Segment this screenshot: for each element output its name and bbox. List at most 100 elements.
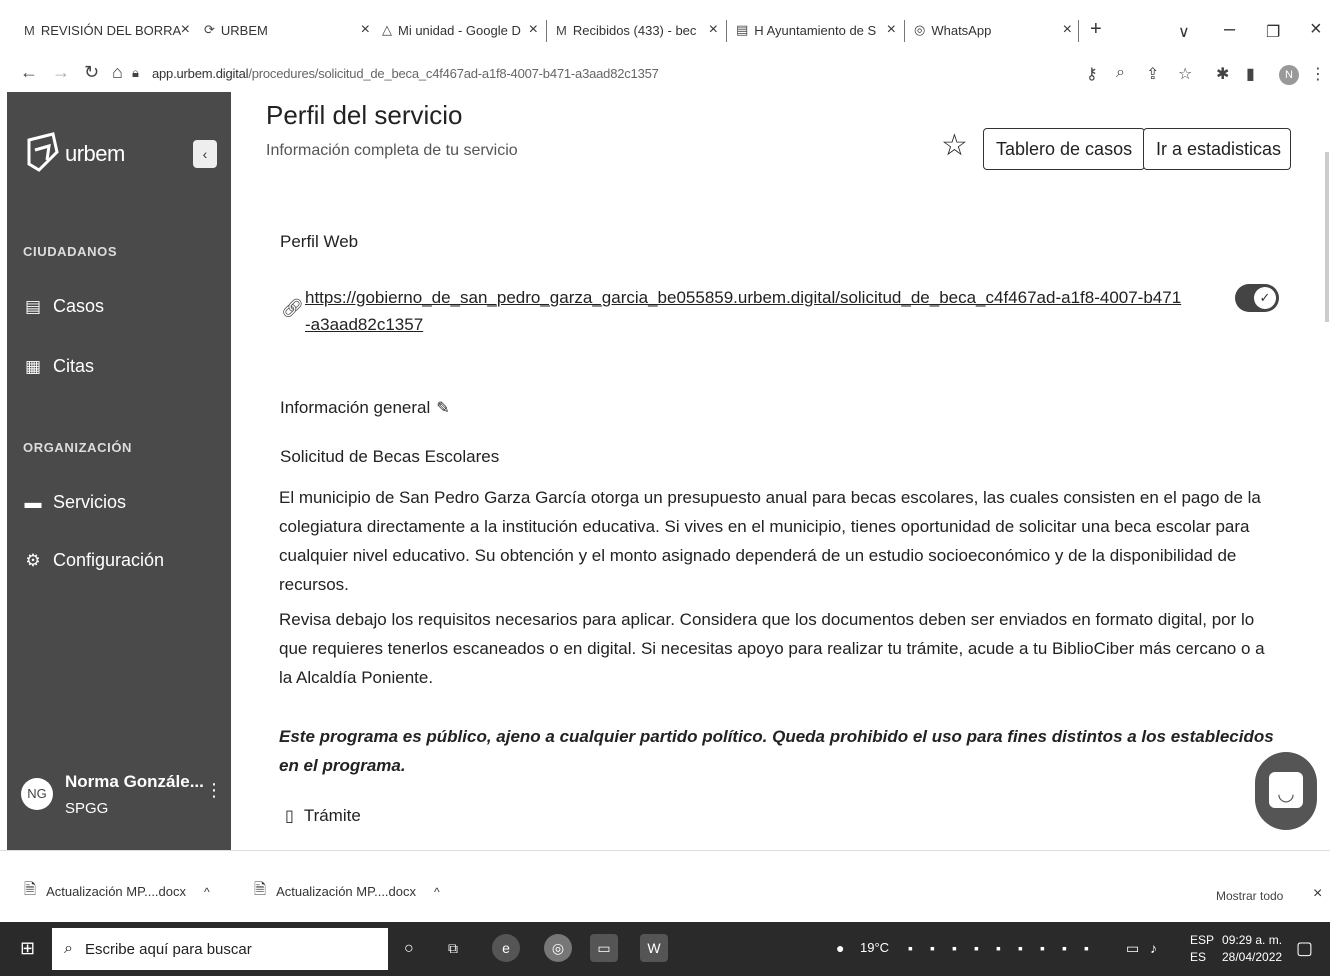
word-icon[interactable]: W — [640, 934, 668, 962]
scrollbar[interactable] — [1325, 152, 1329, 322]
close-icon[interactable]: × — [529, 21, 538, 39]
back-icon[interactable]: ← — [20, 62, 38, 83]
avatar: NG — [21, 778, 53, 810]
profile-avatar[interactable]: N — [1279, 65, 1299, 85]
system-clock[interactable]: 09:29 a. m. 28/04/2022 — [1222, 932, 1282, 966]
close-icon[interactable]: × — [361, 21, 370, 39]
download-item[interactable]: 🗎 Actualización MP....docx ^ — [24, 879, 210, 904]
close-window-icon[interactable]: × — [1310, 18, 1322, 41]
sidebar-item-label: Configuración — [53, 550, 165, 570]
browser-tab[interactable]: M Recibidos (433) - bec × — [556, 14, 722, 46]
tray-app-icon[interactable]: ▪ — [1062, 940, 1067, 956]
weather-icon[interactable]: ● — [836, 940, 844, 956]
zoom-icon[interactable]: ⌕ — [1116, 64, 1125, 82]
download-item[interactable]: 🗎 Actualización MP....docx ^ — [254, 879, 440, 904]
collapse-sidebar-button[interactable]: ‹ — [193, 140, 217, 168]
url-field[interactable]: app.urbem.digital/procedures/solicitud_d… — [152, 66, 659, 81]
google-drive-icon: △ — [382, 22, 392, 37]
browser-tabstrip: M REVISIÓN DEL BORRA × ⟳ URBEM × △ Mi un… — [0, 0, 1330, 60]
reload-icon[interactable]: ↻ — [84, 62, 99, 83]
web-profile-heading: Perfil Web — [280, 232, 359, 251]
sidebar-item-citas[interactable]: ▦ Citas — [23, 356, 94, 377]
statistics-button[interactable]: Ir a estadisticas — [1143, 128, 1291, 170]
notification-icon[interactable]: ▢ — [1296, 938, 1313, 959]
tab-separator — [904, 20, 905, 42]
chevron-up-icon[interactable]: ^ — [204, 885, 210, 899]
tray-app-icon[interactable]: ▪ — [996, 940, 1001, 956]
chat-button[interactable]: ◡ — [1255, 752, 1317, 830]
pencil-icon[interactable]: ✎ — [436, 400, 449, 417]
tab-label: URBEM — [220, 22, 268, 38]
urbem-icon: ⟳ — [204, 22, 215, 37]
chevron-up-icon[interactable]: ^ — [434, 885, 440, 899]
sidebar-item-servicios[interactable]: ▬ Servicios — [23, 492, 127, 513]
more-vertical-icon[interactable]: ⋮ — [205, 780, 223, 801]
network-icon[interactable]: ▭ — [1126, 940, 1139, 957]
extensions-icon[interactable]: ✱ — [1216, 64, 1229, 84]
task-view-icon[interactable]: ⧉ — [448, 940, 458, 957]
edge-browser-icon[interactable]: e — [492, 934, 520, 962]
search-icon: ⌕ — [64, 940, 73, 957]
brand-name: urbem — [65, 141, 125, 166]
chrome-icon[interactable]: ◎ — [544, 934, 572, 962]
key-icon[interactable]: ⚷ — [1086, 64, 1098, 84]
tray-app-icon[interactable]: ▪ — [974, 940, 979, 956]
tab-label: Recibidos (433) - bec — [572, 22, 697, 38]
minimize-icon[interactable]: – — [1224, 18, 1235, 41]
browser-tab[interactable]: △ Mi unidad - Google D × — [382, 14, 542, 46]
tab-search-icon[interactable]: ∨ — [1178, 22, 1190, 42]
folder-icon: ▬ — [24, 492, 42, 512]
close-icon[interactable]: × — [709, 21, 718, 39]
forward-icon[interactable]: → — [52, 62, 70, 83]
sidebar-item-label: Casos — [53, 296, 105, 316]
close-icon[interactable]: × — [1313, 885, 1322, 903]
file-explorer-icon[interactable]: ▭ — [590, 934, 618, 962]
menu-icon[interactable]: ⋮ — [1310, 64, 1326, 84]
bookmark-star-icon[interactable]: ☆ — [1178, 64, 1192, 84]
volume-icon[interactable]: ♪ — [1150, 940, 1157, 956]
chat-icon: ◡ — [1269, 772, 1303, 808]
show-all-downloads-link[interactable]: Mostrar todo — [1216, 889, 1283, 903]
close-icon[interactable]: × — [887, 21, 896, 39]
browser-tab-active[interactable]: ⟳ URBEM × — [204, 14, 374, 46]
tray-app-icon[interactable]: ▪ — [1040, 940, 1045, 956]
tab-separator — [546, 20, 547, 42]
clock-date: 28/04/2022 — [1222, 950, 1283, 964]
tray-app-icon[interactable]: ▪ — [1084, 940, 1089, 956]
tray-app-icon[interactable]: ▪ — [908, 940, 913, 956]
browser-tab[interactable]: ◎ WhatsApp × — [914, 14, 1076, 46]
clock-time: 09:29 a. m. — [1222, 933, 1283, 947]
share-icon[interactable]: ⇪ — [1146, 64, 1159, 84]
home-icon[interactable]: ⌂ — [112, 62, 123, 83]
page-icon: ▤ — [736, 22, 749, 37]
sidepanel-icon[interactable]: ▮ — [1246, 64, 1255, 84]
tray-app-icon[interactable]: ▪ — [930, 940, 935, 956]
tray-app-icon[interactable]: ▪ — [952, 940, 957, 956]
lang-bottom: ES — [1190, 950, 1207, 964]
close-icon[interactable]: × — [181, 21, 190, 39]
word-file-icon: 🗎 — [24, 881, 37, 898]
user-profile[interactable]: NG Norma Gonzále... SPGG ⋮ — [21, 764, 223, 824]
restore-icon[interactable]: ❐ — [1266, 22, 1280, 42]
new-tab-button[interactable]: + — [1090, 18, 1102, 41]
brand[interactable]: urbem — [23, 130, 125, 178]
web-profile-link[interactable]: https://gobierno_de_san_pedro_garza_garc… — [305, 284, 1185, 338]
tramite-section[interactable]: ▯ Trámite — [285, 806, 361, 826]
whatsapp-icon: ◎ — [914, 22, 926, 37]
gmail-icon: M — [24, 22, 35, 38]
browser-tab[interactable]: ▤ H Ayuntamiento de S × — [736, 14, 900, 46]
tray-app-icon[interactable]: ▪ — [1018, 940, 1023, 956]
windows-start-icon[interactable]: ⊞ — [20, 938, 35, 959]
taskbar: ⊞ ⌕ Escribe aquí para buscar ○ ⧉ e ◎ ▭ W… — [0, 922, 1330, 976]
cortana-icon[interactable]: ○ — [404, 940, 414, 958]
browser-tab[interactable]: M REVISIÓN DEL BORRA × — [24, 14, 194, 46]
language-indicator[interactable]: ESP ES — [1190, 932, 1214, 966]
taskbar-search[interactable]: ⌕ Escribe aquí para buscar — [52, 928, 388, 970]
sidebar-item-casos[interactable]: ▤ Casos — [23, 296, 104, 317]
sidebar-item-configuracion[interactable]: ⚙ Configuración — [23, 550, 164, 571]
cases-board-button[interactable]: Tablero de casos — [983, 128, 1146, 170]
close-icon[interactable]: × — [1063, 21, 1072, 39]
web-profile-toggle[interactable]: ✓ — [1235, 284, 1279, 312]
download-filename: Actualización MP....docx — [276, 884, 417, 899]
favorite-star-icon[interactable]: ☆ — [941, 128, 968, 163]
